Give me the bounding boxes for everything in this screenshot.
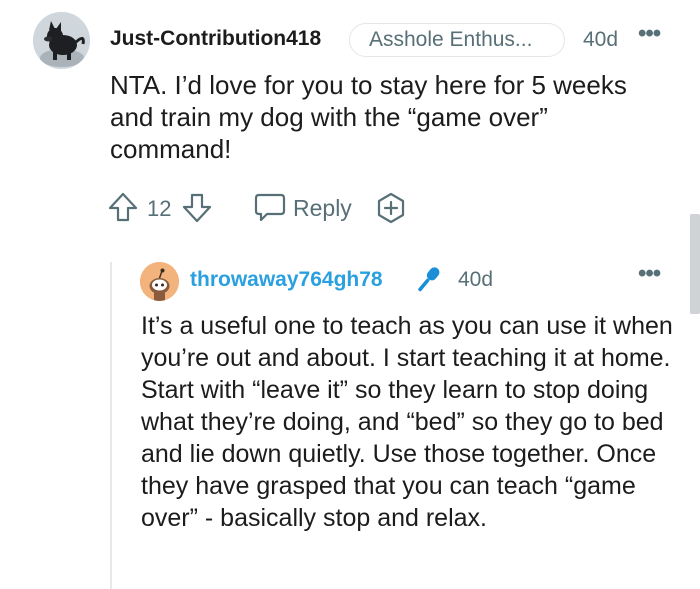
upvote-icon: [108, 192, 138, 222]
comment-text: NTA. I’d love for you to stay here for 5…: [110, 70, 627, 164]
comment-body: NTA. I’d love for you to stay here for 5…: [110, 69, 670, 165]
award-button[interactable]: [375, 192, 407, 229]
more-options-button[interactable]: •••: [638, 20, 661, 48]
thread-line[interactable]: [110, 262, 112, 589]
comment-actions: 12 Reply: [107, 188, 427, 226]
upvote-button[interactable]: [107, 191, 139, 228]
reply-icon: [254, 193, 286, 222]
more-icon: •••: [638, 20, 661, 47]
reply-text: It’s a useful one to teach as you can us…: [141, 312, 673, 532]
reply-label: Reply: [293, 195, 352, 221]
avatar[interactable]: [33, 12, 90, 69]
reply-avatar[interactable]: [140, 262, 179, 301]
scrollbar[interactable]: [690, 214, 700, 314]
reply-body: It’s a useful one to teach as you can us…: [141, 310, 681, 534]
vote-count: 12: [147, 196, 172, 221]
comment-username[interactable]: Just-Contribution418: [110, 27, 321, 51]
reply-more-options-button[interactable]: •••: [638, 260, 661, 288]
downvote-button[interactable]: [181, 192, 213, 229]
snoo-avatar: [140, 262, 179, 301]
microphone-badge: [412, 264, 444, 301]
more-icon: •••: [638, 260, 661, 287]
dog-avatar: [33, 12, 90, 69]
award-icon: [377, 192, 405, 224]
downvote-icon: [182, 193, 212, 223]
reply-username[interactable]: throwaway764gh78: [190, 268, 383, 292]
reply-age: 40d: [458, 268, 494, 291]
comment-age: 40d: [583, 28, 619, 51]
user-flair: Asshole Enthus...: [349, 23, 565, 57]
microphone-icon: [418, 267, 440, 292]
